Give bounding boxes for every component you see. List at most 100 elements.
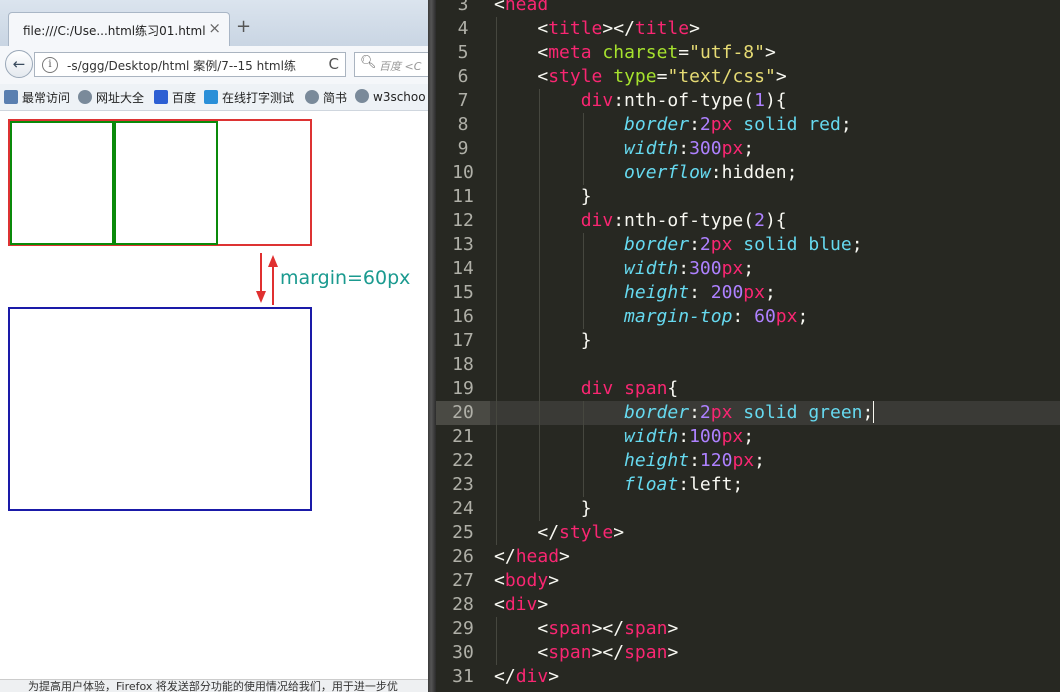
code-line[interactable]: 3 <head	[436, 0, 1060, 17]
demo-div-blue	[8, 307, 312, 511]
code-token: ;	[840, 114, 852, 135]
code-token: {	[667, 378, 679, 399]
code-token: >	[667, 642, 679, 663]
code-text: border:2px solid red;	[494, 113, 852, 137]
code-line[interactable]: 20 border:2px solid green;	[436, 401, 1060, 425]
code-line[interactable]: 15 height: 200px;	[436, 281, 1060, 305]
code-token: }	[580, 330, 592, 351]
line-number: 12	[452, 210, 474, 231]
baidu-paw-icon	[154, 90, 168, 104]
code-token: head	[504, 0, 549, 15]
code-line[interactable]: 13 border:2px solid blue;	[436, 233, 1060, 257]
code-token: div	[580, 210, 614, 231]
code-line[interactable]: 26 </head>	[436, 545, 1060, 569]
back-button[interactable]: ←	[5, 50, 33, 78]
code-text: border:2px solid blue;	[494, 233, 862, 257]
code-text: margin-top: 60px;	[494, 305, 808, 329]
bookmark-folder-icon	[4, 90, 18, 104]
bookmark-url-directory[interactable]: 网址大全	[78, 89, 144, 106]
text-caret	[873, 401, 875, 423]
code-text: width:300px;	[494, 257, 754, 281]
line-number: 26	[452, 546, 474, 567]
code-token: >	[689, 18, 700, 39]
bookmark-w3school[interactable]: w3schoo	[355, 89, 426, 104]
new-tab-button[interactable]: +	[236, 16, 251, 37]
code-editor[interactable]: 3 <head 4 <title></title> 5 <meta charset="…	[436, 0, 1060, 692]
code-token: 1	[754, 90, 765, 111]
line-number: 29	[452, 618, 474, 639]
code-line[interactable]: 17 }	[436, 329, 1060, 353]
code-line[interactable]: 23 float:left;	[436, 473, 1060, 497]
bookmark-jianshu[interactable]: 简书	[305, 89, 347, 106]
code-line[interactable]: 18	[436, 353, 1060, 377]
code-token: 120	[699, 450, 733, 471]
code-line[interactable]: 12 div:nth-of-type(2){	[436, 209, 1060, 233]
reload-icon[interactable]: C	[329, 55, 339, 73]
url-bar[interactable]: i -s/ggg/Desktop/html 案例/7--15 html练 C	[34, 52, 346, 77]
code-line[interactable]: 9 width:300px;	[436, 137, 1060, 161]
code-token: border	[624, 402, 690, 423]
code-text: <span></span>	[494, 617, 678, 641]
code-line[interactable]: 4 <title></title>	[436, 17, 1060, 41]
line-number: 30	[452, 642, 474, 663]
code-line[interactable]: 19 div span{	[436, 377, 1060, 401]
line-number: 11	[452, 186, 474, 207]
code-token: span	[624, 618, 668, 639]
line-number: 22	[452, 450, 474, 471]
code-line[interactable]: 6 <style type="text/css">	[436, 65, 1060, 89]
code-line[interactable]: 21 width:100px;	[436, 425, 1060, 449]
code-line[interactable]: 14 width:300px;	[436, 257, 1060, 281]
line-number: 3	[457, 0, 469, 15]
code-line[interactable]: 28 <div>	[436, 593, 1060, 617]
code-token: }	[580, 498, 592, 519]
code-token: 300	[689, 138, 722, 159]
code-token: px	[710, 402, 733, 423]
code-line[interactable]: 31 </div>	[436, 665, 1060, 689]
demo-span-2	[114, 121, 218, 245]
code-text: div:nth-of-type(2){	[494, 209, 787, 233]
browser-tab[interactable]: file:///C:/Use...html练习01.html ×	[8, 12, 230, 46]
line-number: 21	[452, 426, 474, 447]
code-token: 2	[699, 114, 711, 135]
code-line[interactable]: 11 }	[436, 185, 1060, 209]
code-token: ></	[591, 642, 625, 663]
code-token: solid	[743, 234, 798, 255]
close-icon[interactable]: ×	[208, 19, 221, 37]
code-line[interactable]: 16 margin-top: 60px;	[436, 305, 1060, 329]
code-line[interactable]: 7 div:nth-of-type(1){	[436, 89, 1060, 113]
code-token: :	[689, 282, 711, 303]
search-input[interactable]: 🔍︎ 百度 <C	[354, 52, 430, 77]
code-line[interactable]: 25 </style>	[436, 521, 1060, 545]
code-line[interactable]: 29 <span></span>	[436, 617, 1060, 641]
search-placeholder: 百度 <C	[379, 60, 422, 73]
code-token: 60	[754, 306, 776, 327]
code-line[interactable]: 27 <body>	[436, 569, 1060, 593]
code-token: head	[515, 546, 560, 567]
code-line[interactable]: 30 <span></span>	[436, 641, 1060, 665]
info-icon[interactable]: i	[42, 57, 58, 73]
code-line[interactable]: 8 border:2px solid red;	[436, 113, 1060, 137]
bookmarks-toolbar: 最常访问 网址大全 百度 在线打字测试 简书 w3schoo	[0, 84, 430, 111]
line-number: 25	[452, 522, 474, 543]
code-token: :	[689, 234, 700, 255]
code-line[interactable]: 22 height:120px;	[436, 449, 1060, 473]
code-token: border	[624, 114, 690, 135]
bookmark-most-visited[interactable]: 最常访问	[4, 89, 70, 106]
code-token: :nth-of-type(	[613, 210, 755, 231]
line-number: 5	[457, 42, 469, 63]
code-text: border:2px solid green;	[494, 401, 875, 425]
code-text: <span></span>	[494, 641, 678, 665]
code-line[interactable]: 24 }	[436, 497, 1060, 521]
code-line[interactable]: 5 <meta charset="utf-8">	[436, 41, 1060, 65]
bookmark-typing-test[interactable]: 在线打字测试	[204, 89, 294, 106]
code-line[interactable]: 10 overflow:hidden;	[436, 161, 1060, 185]
line-number: 17	[452, 330, 474, 351]
tab-strip: file:///C:/Use...html练习01.html × +	[0, 0, 430, 46]
window-divider[interactable]	[428, 0, 436, 692]
line-number: 15	[452, 282, 474, 303]
code-token: title	[634, 18, 690, 39]
code-token: >	[764, 42, 776, 63]
bookmark-baidu[interactable]: 百度	[154, 89, 196, 106]
